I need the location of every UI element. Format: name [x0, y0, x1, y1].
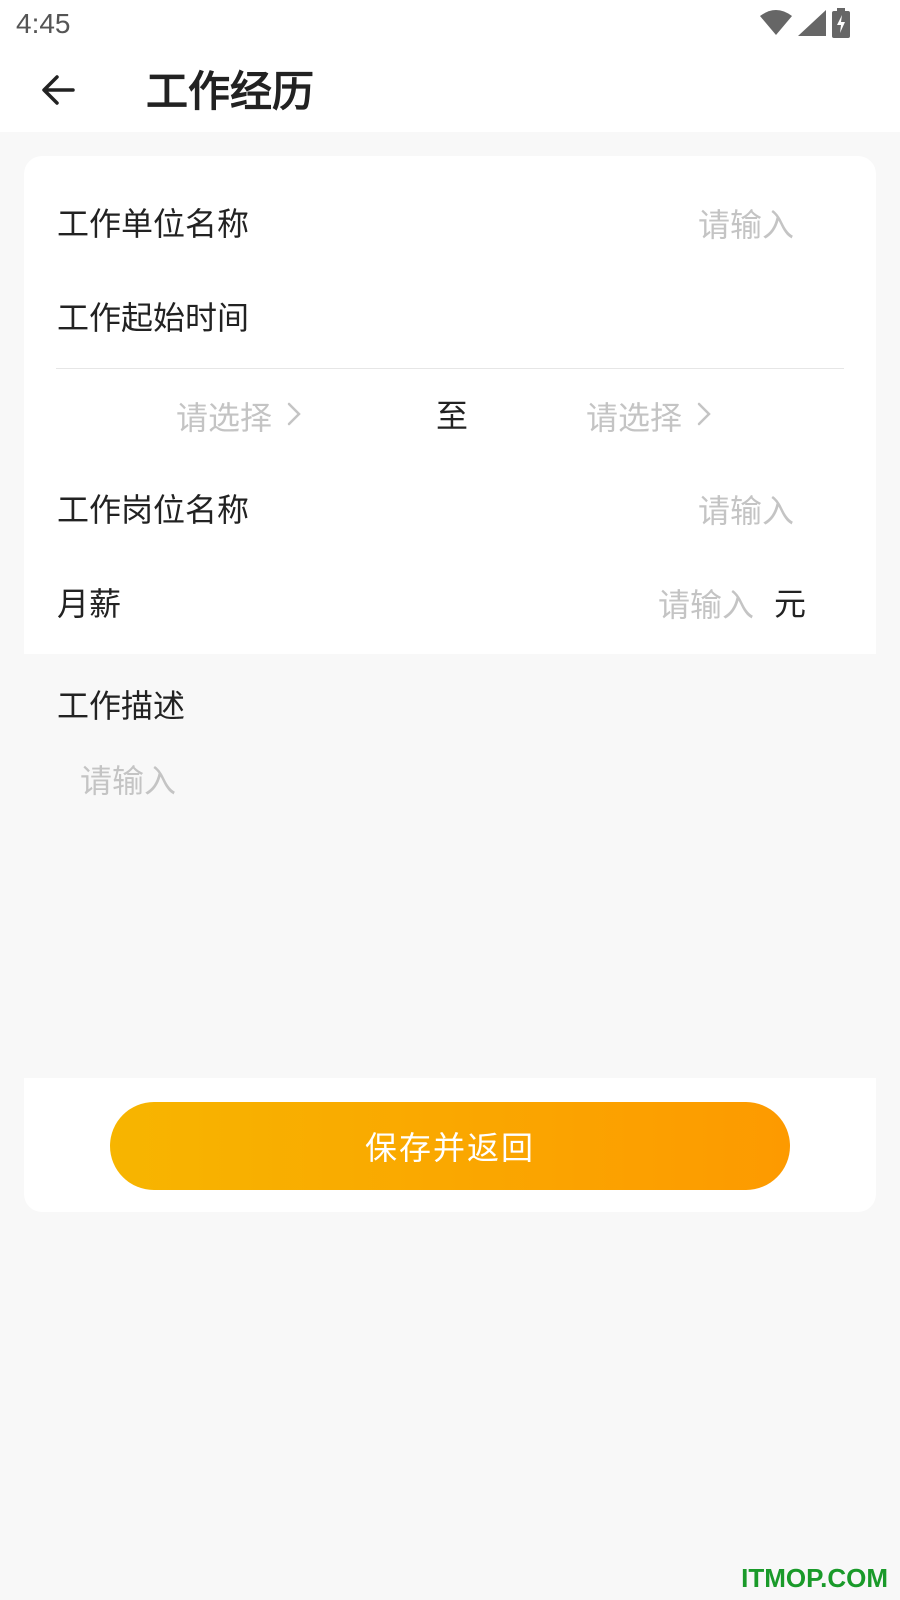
end-date-picker[interactable]: 请选择: [586, 386, 712, 446]
company-label: 工作单位名称: [57, 205, 250, 243]
end-date-text: 请选择: [586, 399, 683, 437]
position-row: 工作岗位名称: [24, 480, 876, 542]
salary-row: 月薪 元: [24, 574, 876, 636]
chevron-right-icon: [696, 401, 712, 431]
wifi-icon: [760, 10, 792, 40]
app-header: 工作经历: [0, 52, 900, 132]
salary-input[interactable]: [552, 574, 756, 636]
position-label: 工作岗位名称: [57, 491, 250, 529]
salary-label: 月薪: [57, 585, 122, 623]
date-range-row: 请选择 至 请选择: [24, 386, 876, 446]
back-arrow-icon: [40, 72, 76, 112]
salary-unit: 元: [773, 585, 806, 623]
status-bar: 4:45: [0, 0, 900, 52]
work-period-row: 工作起始时间: [24, 288, 876, 348]
start-date-text: 请选择: [176, 399, 273, 437]
description-label: 工作描述: [57, 687, 186, 725]
description-textarea[interactable]: [80, 756, 840, 1036]
company-row: 工作单位名称: [24, 194, 876, 256]
status-time: 4:45: [16, 8, 71, 39]
battery-charging-icon: [832, 8, 850, 42]
start-date-picker[interactable]: 请选择: [176, 386, 302, 446]
form-card: 工作单位名称 工作起始时间 请选择 至 请选择 工作岗位名称: [24, 156, 876, 654]
divider: [56, 368, 844, 369]
position-input[interactable]: [532, 480, 796, 542]
date-separator: 至: [436, 397, 469, 435]
watermark: ITMOP.COM: [741, 1563, 888, 1593]
company-input[interactable]: [532, 194, 796, 256]
back-button[interactable]: [30, 64, 86, 120]
signal-icon: [798, 10, 826, 40]
status-icons: [760, 8, 850, 42]
chevron-right-icon: [286, 401, 302, 431]
page-title: 工作经历: [146, 67, 315, 116]
work-period-label: 工作起始时间: [57, 299, 250, 337]
footer-card: 保存并返回: [24, 1078, 876, 1212]
save-and-return-button[interactable]: 保存并返回: [110, 1102, 790, 1190]
